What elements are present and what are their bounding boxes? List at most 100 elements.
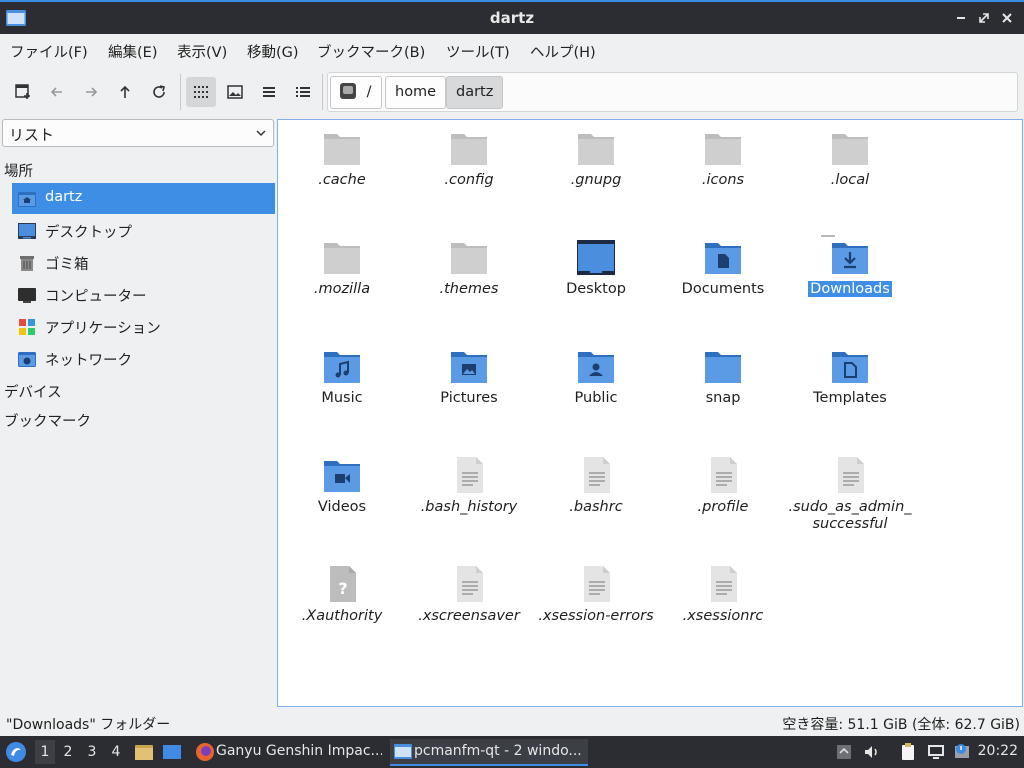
computer-icon bbox=[18, 288, 36, 303]
file-icon-view[interactable]: .cache .config .gnupg .icons .local .mozilla.… bbox=[277, 119, 1023, 707]
file-item[interactable]: Videos bbox=[279, 447, 405, 547]
path-crumb-home[interactable]: home bbox=[385, 76, 447, 109]
hidden-unknown-icon: ? bbox=[330, 566, 356, 602]
sidebar-item-network[interactable]: ネットワーク bbox=[12, 343, 275, 374]
downloads-icon bbox=[832, 243, 868, 274]
selection-checkbox[interactable] bbox=[821, 235, 835, 237]
start-menu-icon[interactable] bbox=[5, 741, 27, 763]
menu-bookmarks[interactable]: ブックマーク(B) bbox=[317, 41, 425, 62]
pictures-icon bbox=[451, 352, 487, 383]
back-button[interactable] bbox=[42, 77, 72, 107]
sidebar-item-label: アプリケーション bbox=[45, 321, 161, 337]
network-status-icon[interactable] bbox=[926, 742, 946, 762]
path-bar[interactable]: / home dartz bbox=[327, 72, 1018, 112]
reload-button[interactable] bbox=[144, 77, 174, 107]
file-item[interactable]: .gnupg bbox=[533, 120, 659, 220]
clock[interactable]: 20:22 bbox=[978, 743, 1018, 759]
task-pcmanfm[interactable]: pcmanfm-qt - 2 windo... bbox=[390, 739, 588, 766]
side-pane-mode-select[interactable]: リスト bbox=[2, 119, 274, 147]
menu-go[interactable]: 移動(G) bbox=[247, 41, 299, 62]
file-item[interactable]: Desktop bbox=[533, 229, 659, 329]
volume-icon[interactable] bbox=[862, 742, 882, 762]
file-item[interactable]: .xsessionrc bbox=[660, 556, 786, 656]
update-notifier-icon[interactable] bbox=[952, 742, 972, 762]
desktop-icon bbox=[18, 223, 36, 239]
icon-view-icon bbox=[194, 86, 208, 98]
videos-icon bbox=[324, 461, 360, 492]
path-crumb-dartz[interactable]: dartz bbox=[446, 76, 504, 109]
file-item[interactable]: .bashrc bbox=[533, 447, 659, 547]
file-item[interactable]: Downloads bbox=[787, 229, 913, 329]
maximize-icon[interactable] bbox=[977, 11, 991, 25]
file-item[interactable]: .profile bbox=[660, 447, 786, 547]
sidebar-item-desktop[interactable]: デスクトップ bbox=[12, 215, 275, 246]
up-button[interactable] bbox=[110, 77, 140, 107]
minimize-icon[interactable] bbox=[954, 11, 968, 25]
menu-file[interactable]: ファイル(F) bbox=[10, 41, 88, 62]
file-item[interactable]: Public bbox=[533, 338, 659, 438]
file-item[interactable]: Templates bbox=[787, 338, 913, 438]
file-manager-launcher-icon[interactable] bbox=[134, 742, 154, 762]
drive-icon bbox=[340, 83, 356, 99]
menu-view[interactable]: 表示(V) bbox=[177, 41, 227, 62]
file-name: .profile bbox=[697, 499, 749, 515]
desktop-switch-2[interactable]: 2 bbox=[58, 744, 78, 760]
window-title: dartz bbox=[489, 9, 535, 27]
desktop-switch-4[interactable]: 4 bbox=[106, 744, 126, 760]
file-item[interactable]: .icons bbox=[660, 120, 786, 220]
file-item[interactable]: .config bbox=[406, 120, 532, 220]
menu-edit[interactable]: 編集(E) bbox=[108, 41, 157, 62]
compact-view-button[interactable] bbox=[254, 77, 284, 107]
detailed-list-icon bbox=[296, 87, 310, 97]
file-name: .xsession-errors bbox=[538, 608, 654, 624]
up-icon bbox=[120, 85, 130, 98]
sidebar-item-home[interactable]: dartz bbox=[12, 183, 275, 214]
task-firefox[interactable]: Ganyu Genshin Impac... bbox=[192, 739, 382, 766]
new-tab-icon bbox=[15, 84, 30, 99]
file-item[interactable]: snap bbox=[660, 338, 786, 438]
desktop-switch-1[interactable]: 1 bbox=[35, 740, 55, 764]
music-icon bbox=[324, 352, 360, 383]
new-tab-button[interactable] bbox=[8, 77, 38, 107]
forward-button[interactable] bbox=[76, 77, 106, 107]
file-item[interactable]: .local bbox=[787, 120, 913, 220]
hidden-folder-icon bbox=[324, 134, 360, 165]
path-root-button[interactable]: / bbox=[330, 76, 382, 109]
file-item[interactable]: .themes bbox=[406, 229, 532, 329]
sidebar-item-trash[interactable]: ゴミ箱 bbox=[12, 247, 275, 278]
clipboard-icon[interactable] bbox=[898, 742, 918, 762]
show-desktop-icon[interactable] bbox=[162, 742, 182, 762]
thumbnail-view-button[interactable] bbox=[220, 77, 250, 107]
trash-icon bbox=[20, 256, 34, 271]
applications-icon bbox=[19, 319, 35, 335]
file-item[interactable]: .sudo_as_admin_ successful bbox=[787, 447, 913, 547]
sidebar-item-computer[interactable]: コンピューター bbox=[12, 279, 275, 310]
sidebar-item-label: dartz bbox=[45, 189, 83, 205]
file-item[interactable]: .xsession-errors bbox=[533, 556, 659, 656]
file-item[interactable]: ? .Xauthority bbox=[279, 556, 405, 656]
close-icon[interactable] bbox=[1000, 11, 1014, 25]
file-name: Public bbox=[574, 390, 618, 406]
file-item[interactable]: Pictures bbox=[406, 338, 532, 438]
tray-menu-icon[interactable] bbox=[834, 742, 854, 762]
menu-tools[interactable]: ツール(T) bbox=[446, 41, 510, 62]
places-header: 場所 bbox=[4, 164, 33, 180]
file-item[interactable]: Music bbox=[279, 338, 405, 438]
detailed-list-button[interactable] bbox=[288, 77, 318, 107]
desktop-switch-3[interactable]: 3 bbox=[82, 744, 102, 760]
toolbar-separator bbox=[180, 74, 181, 110]
hidden-folder-icon bbox=[451, 243, 487, 274]
hidden-text-icon bbox=[457, 566, 483, 602]
sidebar-item-applications[interactable]: アプリケーション bbox=[12, 311, 275, 342]
devices-header[interactable]: デバイス bbox=[4, 381, 62, 402]
file-item[interactable]: .xscreensaver bbox=[406, 556, 532, 656]
file-item[interactable]: .mozilla bbox=[279, 229, 405, 329]
window-titlebar[interactable]: dartz bbox=[0, 0, 1024, 34]
task-label: Ganyu Genshin Impac... bbox=[216, 743, 382, 759]
file-item[interactable]: .cache bbox=[279, 120, 405, 220]
bookmarks-header[interactable]: ブックマーク bbox=[4, 410, 91, 431]
file-item[interactable]: .bash_history bbox=[406, 447, 532, 547]
file-item[interactable]: Documents bbox=[660, 229, 786, 329]
icon-view-button[interactable] bbox=[186, 77, 216, 107]
menu-help[interactable]: ヘルプ(H) bbox=[530, 41, 596, 62]
